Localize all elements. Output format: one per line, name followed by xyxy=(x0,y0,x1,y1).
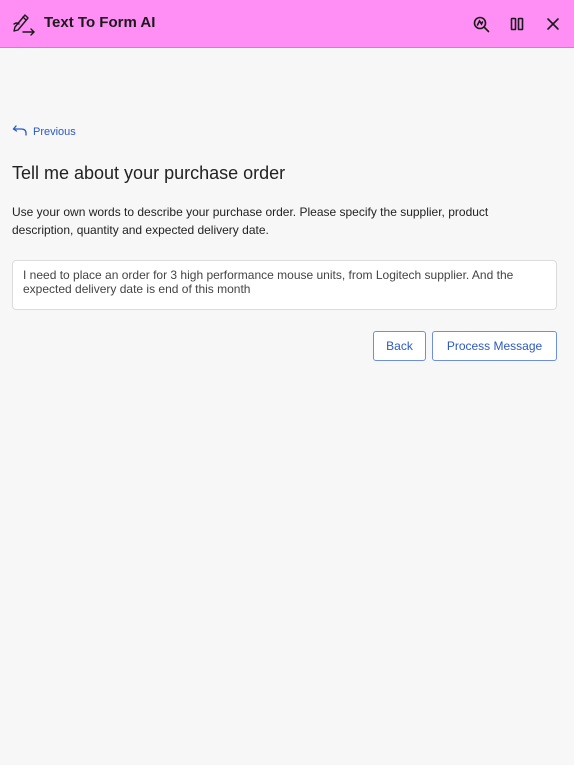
split-view-icon[interactable] xyxy=(506,13,528,35)
message-input[interactable]: I need to place an order for 3 high perf… xyxy=(12,260,557,310)
previous-link[interactable]: Previous xyxy=(12,124,76,139)
previous-label: Previous xyxy=(33,125,76,138)
page-title: Tell me about your purchase order xyxy=(12,163,286,183)
close-icon[interactable] xyxy=(542,13,564,35)
undo-arrow-icon xyxy=(12,124,33,139)
app-header: Text To Form AI xyxy=(0,0,574,48)
pencil-convert-icon xyxy=(11,10,37,36)
instructions-text: Use your own words to describe your purc… xyxy=(12,205,489,237)
back-button[interactable]: Back xyxy=(373,331,426,361)
explore-search-icon[interactable] xyxy=(470,13,492,35)
process-message-button[interactable]: Process Message xyxy=(432,331,557,361)
app-title: Text To Form AI xyxy=(44,14,156,31)
